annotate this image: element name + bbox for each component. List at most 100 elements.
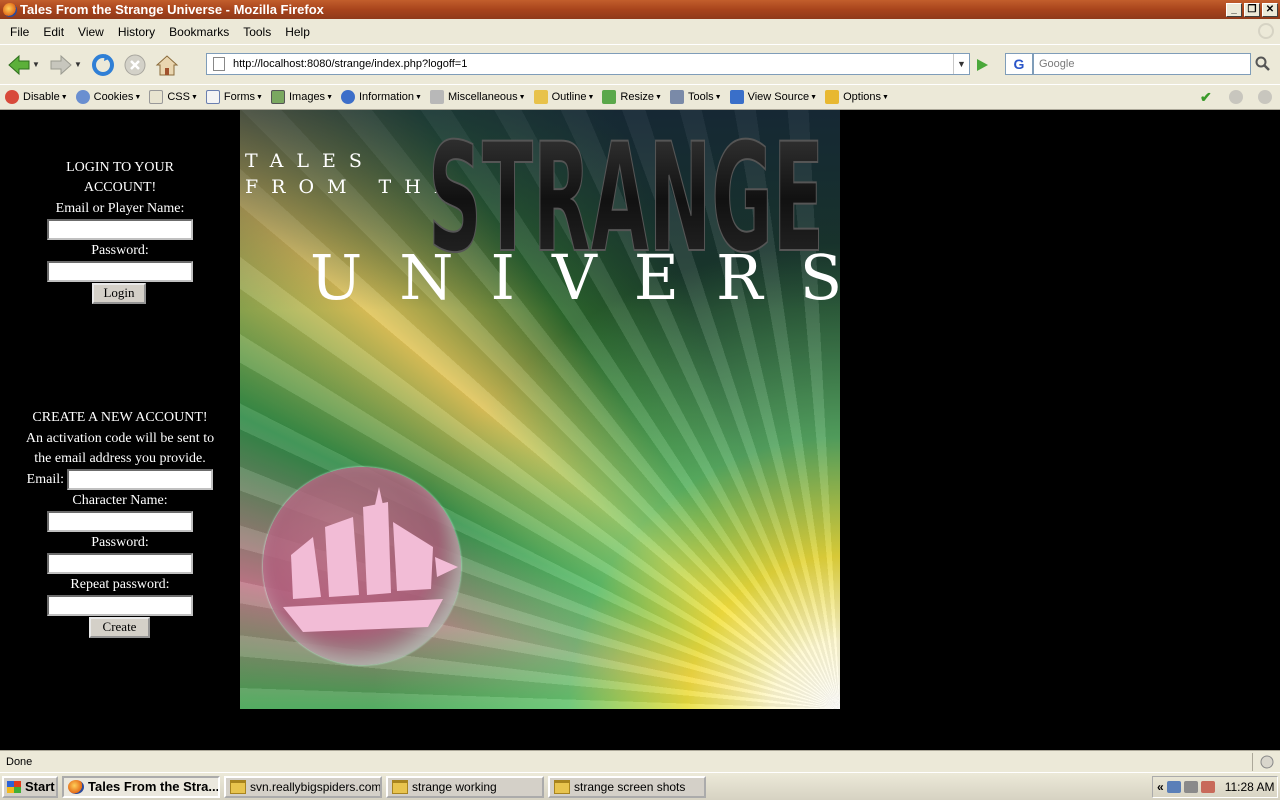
create-email-input[interactable] <box>67 469 213 490</box>
url-text[interactable]: http://localhost:8080/strange/index.php?… <box>233 58 953 70</box>
create-repeat-label: Repeat password: <box>70 577 170 592</box>
devbar-miscellaneous[interactable]: Miscellaneous ▼ <box>429 90 526 104</box>
windows-taskbar: Start Tales From the Stra... svn.reallyb… <box>0 772 1280 800</box>
login-heading-line2: ACCOUNT! <box>83 180 157 195</box>
create-info-line1: An activation code will be sent to <box>25 431 215 446</box>
status-bar: Done <box>0 750 1280 772</box>
menu-file[interactable]: File <box>3 25 36 39</box>
tools-icon <box>669 90 684 104</box>
title-banner-image: TALES FROM THE STRANGE UNIVERSE <box>240 110 840 709</box>
outline-icon <box>533 90 548 104</box>
folder-icon <box>392 779 408 794</box>
login-email-label: Email or Player Name: <box>55 201 185 216</box>
task-strange-working[interactable]: strange working <box>386 775 544 798</box>
task-firefox[interactable]: Tales From the Stra... <box>62 775 220 798</box>
page-content: LOGIN TO YOUR ACCOUNT! Email or Player N… <box>0 110 1280 750</box>
devbar-forms[interactable]: Forms ▼ <box>205 90 263 104</box>
devbar-status-icons: ✔ <box>1185 90 1272 104</box>
back-button[interactable] <box>6 52 32 78</box>
throbber-icon <box>1258 23 1274 39</box>
create-email-label: Email: <box>26 472 64 487</box>
web-developer-toolbar: Disable ▼ Cookies ▼ CSS ▼ Forms ▼ Images ▼ In… <box>0 84 1280 110</box>
devbar-options[interactable]: Options ▼ <box>825 90 889 104</box>
status-separator <box>1252 753 1253 771</box>
miscellaneous-icon <box>429 90 444 104</box>
login-heading-line1: LOGIN TO YOUR <box>66 160 174 175</box>
tray-expand-icon[interactable]: « <box>1157 780 1164 794</box>
firefox-icon <box>68 779 84 794</box>
restore-button[interactable]: ❐ <box>1244 2 1260 17</box>
menu-view[interactable]: View <box>71 25 111 39</box>
search-engine-selector[interactable]: G <box>1005 53 1033 75</box>
firefox-icon <box>3 2 17 17</box>
tray-app-icon[interactable] <box>1200 781 1215 793</box>
search-input[interactable]: Google <box>1033 53 1251 75</box>
close-button[interactable]: ✕ <box>1262 2 1278 17</box>
css-icon <box>149 90 164 104</box>
devbar-css[interactable]: CSS ▼ <box>149 90 198 104</box>
home-button[interactable] <box>154 52 180 78</box>
system-tray: « 11:28 AM <box>1152 776 1278 798</box>
status-text: Done <box>6 755 33 768</box>
go-button[interactable] <box>974 57 990 73</box>
navigation-toolbar: ▼ ▼ http://localhost:8080/strange/index.… <box>0 44 1280 84</box>
view-source-icon <box>729 90 744 104</box>
banner-universe-text: UNIVERSE <box>310 241 840 314</box>
devbar-information[interactable]: Information ▼ <box>341 90 422 104</box>
home-icon <box>155 54 179 75</box>
login-password-input[interactable] <box>47 261 193 282</box>
menu-help[interactable]: Help <box>278 25 317 39</box>
search-icon <box>1255 56 1270 71</box>
login-button[interactable]: Login <box>92 283 146 304</box>
menu-history[interactable]: History <box>111 25 162 39</box>
go-arrow-icon <box>977 59 988 71</box>
minimize-button[interactable]: _ <box>1226 2 1242 17</box>
create-character-label: Character Name: <box>72 493 168 508</box>
disable-icon <box>5 90 19 104</box>
search-button[interactable] <box>1252 53 1274 75</box>
devbar-resize[interactable]: Resize ▼ <box>602 90 662 104</box>
page-icon <box>213 57 225 71</box>
images-icon <box>270 90 285 104</box>
url-bar[interactable]: http://localhost:8080/strange/index.php?… <box>206 53 970 75</box>
create-password-input[interactable] <box>47 553 193 574</box>
google-icon: G <box>1013 56 1025 72</box>
devbar-disable[interactable]: Disable ▼ <box>5 90 68 104</box>
devbar-tools[interactable]: Tools ▼ <box>669 90 722 104</box>
reload-button[interactable] <box>90 52 116 78</box>
volume-icon[interactable] <box>1183 781 1198 793</box>
back-arrow-icon <box>8 54 30 75</box>
stop-button[interactable] <box>122 52 148 78</box>
start-button[interactable]: Start <box>2 775 58 798</box>
task-svn-folder[interactable]: svn.reallybigspiders.com <box>224 775 382 798</box>
menu-bar: File Edit View History Bookmarks Tools H… <box>0 19 1280 44</box>
information-icon <box>341 90 355 104</box>
forward-history-dropdown[interactable]: ▼ <box>74 60 84 69</box>
stop-icon <box>124 54 146 75</box>
forward-button[interactable] <box>48 52 74 78</box>
devbar-outline[interactable]: Outline ▼ <box>533 90 594 104</box>
back-history-dropdown[interactable]: ▼ <box>32 60 42 69</box>
js-status-icon <box>1258 90 1272 104</box>
create-character-input[interactable] <box>47 511 193 532</box>
create-repeat-input[interactable] <box>47 595 193 616</box>
validation-check-icon: ✔ <box>1200 89 1212 105</box>
devbar-images[interactable]: Images ▼ <box>270 90 333 104</box>
windows-logo-icon <box>7 780 21 793</box>
devbar-cookies[interactable]: Cookies ▼ <box>75 90 141 104</box>
options-key-icon <box>825 90 840 104</box>
devbar-view-source[interactable]: View Source ▼ <box>729 90 817 104</box>
menu-bookmarks[interactable]: Bookmarks <box>162 25 236 39</box>
account-panel: LOGIN TO YOUR ACCOUNT! Email or Player N… <box>0 110 240 750</box>
login-password-label: Password: <box>91 243 149 258</box>
login-email-input[interactable] <box>47 219 193 240</box>
create-heading: CREATE A NEW ACCOUNT! <box>32 410 208 425</box>
url-dropdown[interactable]: ▼ <box>953 54 969 74</box>
create-button[interactable]: Create <box>89 617 150 638</box>
network-icon[interactable] <box>1166 781 1181 793</box>
folder-icon <box>554 779 570 794</box>
window-title: Tales From the Strange Universe - Mozill… <box>20 2 324 17</box>
menu-tools[interactable]: Tools <box>236 25 278 39</box>
task-strange-screen-shots[interactable]: strange screen shots <box>548 775 706 798</box>
menu-edit[interactable]: Edit <box>36 25 71 39</box>
